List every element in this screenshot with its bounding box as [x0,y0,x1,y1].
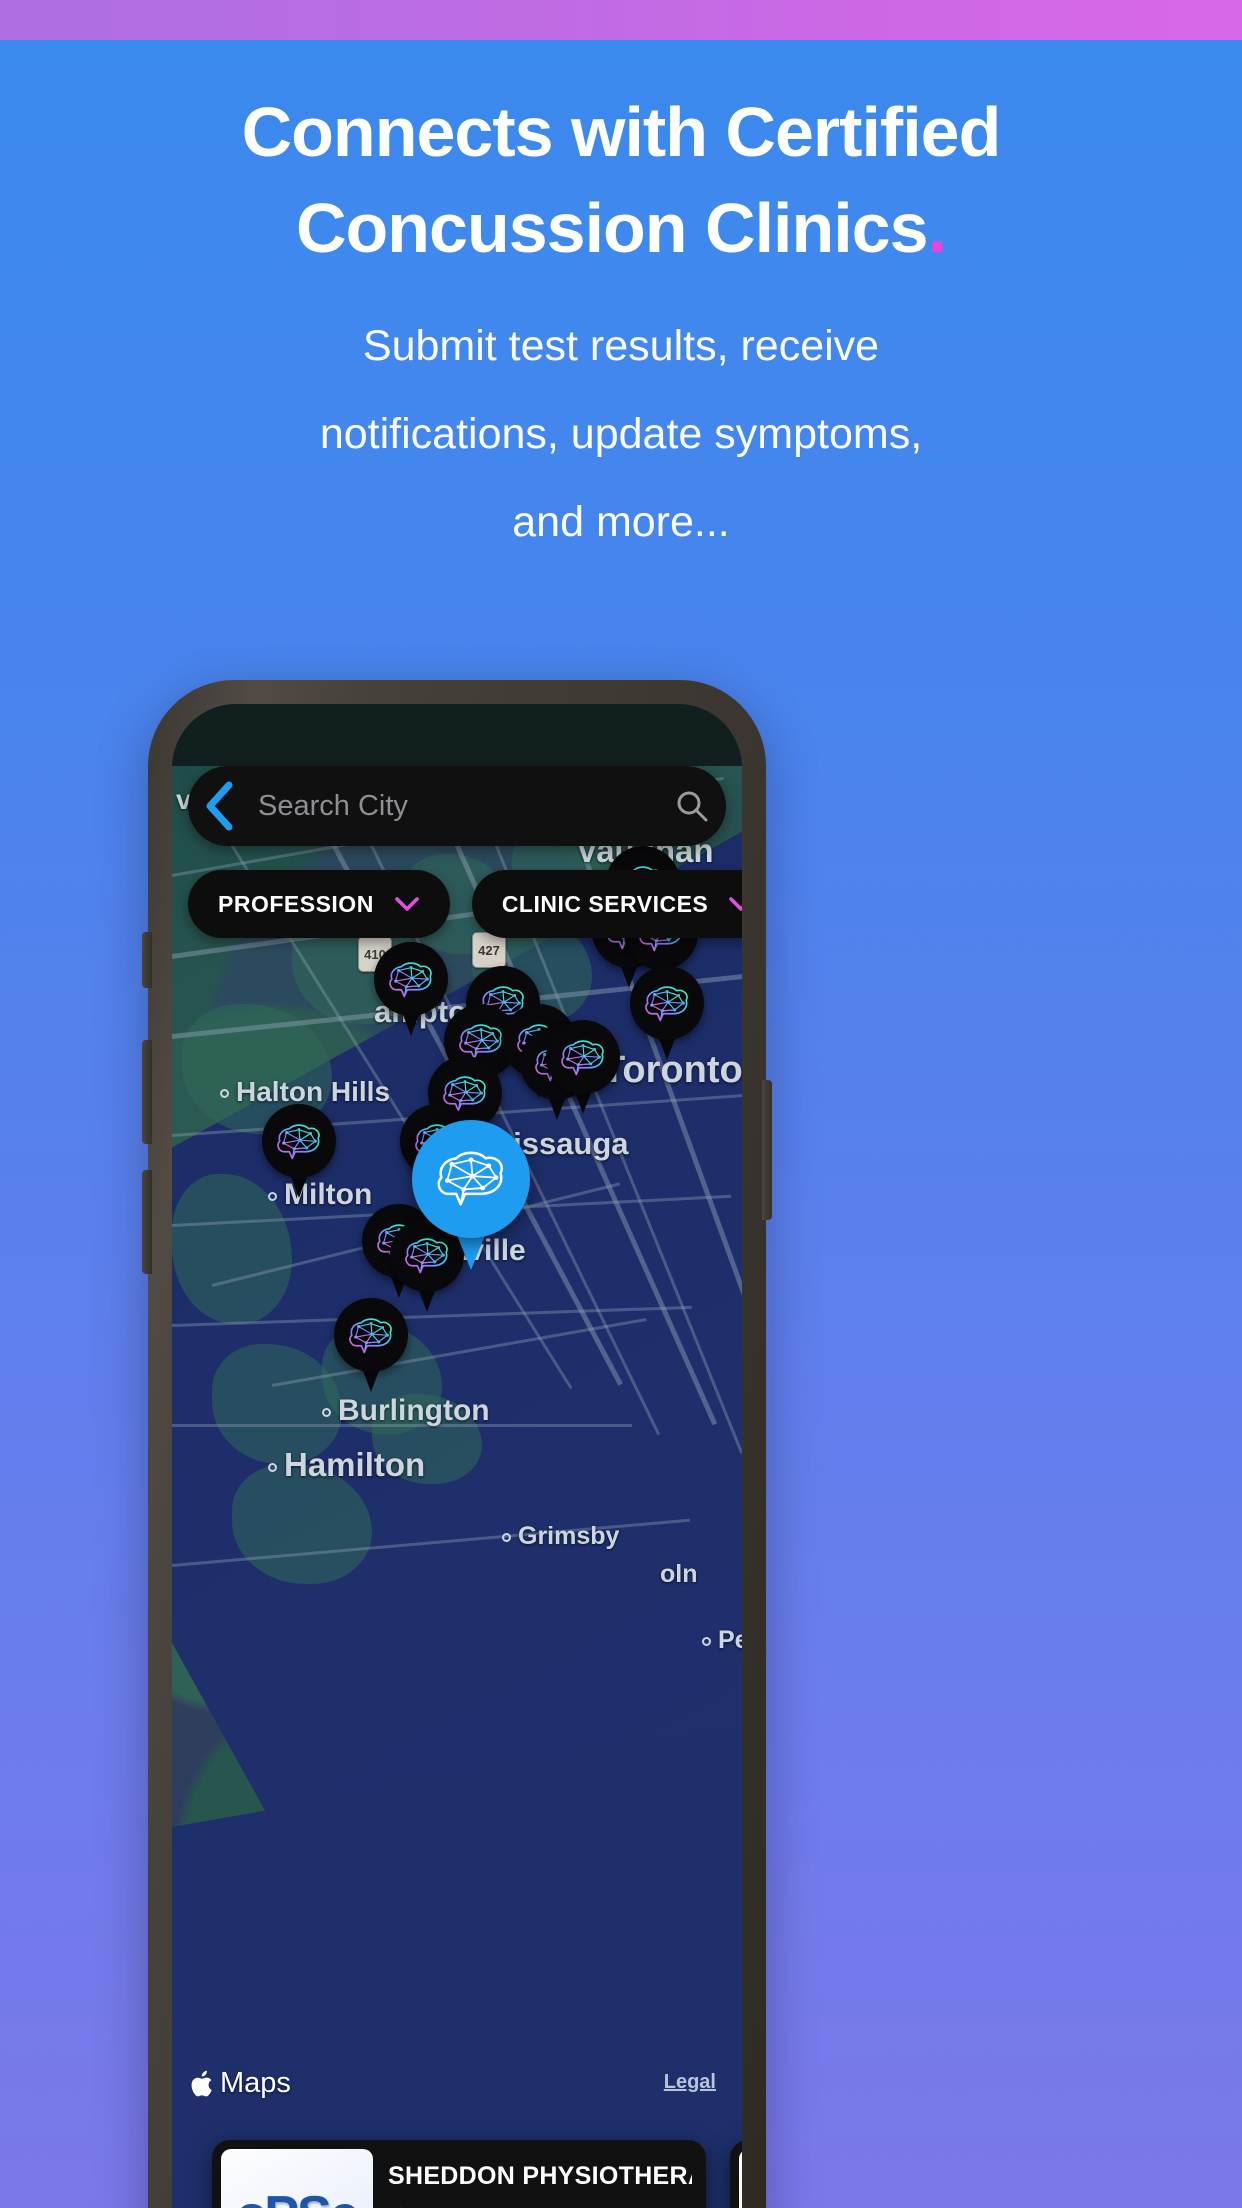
clinic-address-text: 1300 Cornwall Rd., 103Oakville, ON [426,2203,677,2208]
brain-network-icon [645,986,688,1022]
map-city-label: oln [660,1560,698,1589]
map-city-name: oln [660,1560,698,1588]
headline-line-1: Connects with Certified [241,93,1002,171]
map-pin-clinic[interactable] [374,942,448,1038]
filter-chip-clinic-services[interactable]: CLINIC SERVICES [471,870,742,938]
clinic-logo-partial [739,2149,742,2208]
brain-network-icon [437,1151,503,1206]
subtitle-line-1: Submit test results, receive [362,322,880,370]
search-bar[interactable]: Search City [188,766,726,846]
brain-network-icon [277,1124,320,1160]
back-button[interactable] [188,780,252,832]
filter-chip-row[interactable]: PROFESSIONCLINIC SERVICESTREATMENT [188,870,742,938]
search-icon [677,791,708,822]
filter-chip-label: CLINIC SERVICES [501,890,709,917]
map-city-name: Grimsby [518,1522,620,1550]
phone-mockup-frame: 410427407ETR villeVaughanMHalton Hillsam… [142,680,772,2208]
legal-link[interactable]: Legal [664,2071,716,2094]
search-submit-button[interactable] [658,788,726,824]
phone-screen: 410427407ETR villeVaughanMHalton Hillsam… [172,704,742,2208]
clinic-card-carousel[interactable]: sPScSHEDDON PHYSIOTHERAPYAND SPORTS CLIN… [212,2140,742,2208]
clinic-card-next-partial[interactable] [730,2140,742,2208]
chevron-down-icon [729,896,742,911]
maps-attribution-label: Maps [220,2067,291,2099]
pin-brain-icon [643,984,691,1024]
map-pin-clinic[interactable] [546,1020,620,1116]
map-place-dot [322,1407,331,1417]
brain-network-icon [389,962,432,998]
page-headline: Connects with Certified Concussion Clini… [0,84,1242,276]
map-city-label: Burlington [322,1394,490,1428]
highway-number: 427 [478,942,500,958]
brain-network-icon [349,1318,392,1354]
clinic-logo: sPScSHEDDON PHYSIOTHERAPYAND SPORTS CLIN… [221,2149,373,2208]
map-place-dot [268,1462,277,1472]
filter-chip-profession[interactable]: PROFESSION [188,870,450,938]
headline-accent-period: . [927,189,947,267]
clinic-name: SHEDDON PHYSIOTHERAPY AND SP... [388,2162,692,2190]
map-city-label: Pe [702,1626,742,1655]
pin-brain-icon [387,960,435,1000]
phone-volume-down-button [142,1170,152,1274]
top-gradient-band [0,0,1242,40]
subtitle-line-2: notifications, update symptoms, [319,410,923,458]
map-city-label: Grimsby [502,1522,619,1551]
phone-status-bar [172,704,742,766]
phone-volume-up-button [142,1040,152,1144]
map-place-dot [502,1532,511,1542]
pin-brain-icon [434,1148,508,1210]
map-pin-clinic[interactable] [630,966,704,1062]
phone-power-button [762,1080,772,1220]
pin-brain-icon [347,1316,395,1356]
map-city-name: Hamilton [284,1446,426,1483]
subtitle-line-3: and more... [512,498,730,546]
map-city-name: Burlington [338,1394,490,1427]
apple-logo-icon [191,2070,212,2096]
map-place-dot [702,1636,711,1646]
headline-line-2: Concussion Clinics [295,189,929,267]
pin-brain-icon [559,1038,607,1078]
phone-mute-switch [142,932,152,988]
map-pin-clinic[interactable] [334,1298,408,1394]
map-city-label: Hamilton [268,1446,425,1484]
chevron-down-icon [395,896,419,911]
map-attribution: Maps [190,2067,291,2100]
clinic-card[interactable]: sPScSHEDDON PHYSIOTHERAPYAND SPORTS CLIN… [212,2140,706,2208]
clinic-address: 1300 Cornwall Rd., 103Oakville, ON [388,2203,692,2208]
map-pin-selected[interactable] [412,1120,530,1270]
map-city-name: Pe [718,1626,742,1654]
pin-brain-icon [275,1122,323,1162]
map-pin-clinic[interactable] [262,1104,336,1200]
page-subtitle: Submit test results, receive notificatio… [0,302,1242,566]
brain-network-icon [561,1040,604,1076]
clinic-info: SHEDDON PHYSIOTHERAPY AND SP... 1300 Corn… [382,2140,706,2208]
chevron-left-icon [206,781,233,831]
filter-chip-label: PROFESSION [218,890,374,917]
search-input[interactable]: Search City [252,790,658,823]
map-place-dot [220,1089,229,1099]
hero-section: Connects with Certified Concussion Clini… [0,84,1242,566]
map-city-name: Halton Hills [236,1076,391,1107]
